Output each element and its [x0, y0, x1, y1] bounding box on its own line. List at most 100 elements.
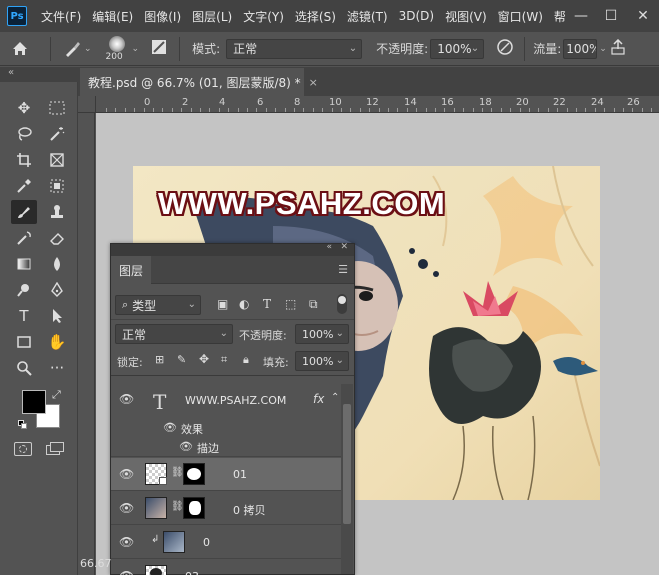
rectangle-tool-icon[interactable] — [11, 330, 37, 354]
lock-artboard-icon[interactable]: ⌗ — [221, 353, 227, 367]
eye-icon[interactable]: 👁︎ — [119, 501, 134, 515]
frame-tool-icon[interactable] — [44, 148, 70, 172]
layer-thumbnail[interactable] — [145, 463, 167, 485]
flow-field[interactable]: 100% — [563, 38, 598, 59]
default-colors-icon[interactable] — [18, 420, 28, 430]
panel-menu-icon[interactable]: ☰ — [338, 263, 348, 276]
history-brush-tool-icon[interactable] — [11, 226, 37, 250]
menu-3d[interactable]: 3D(D) — [399, 9, 434, 23]
pressure-opacity-icon[interactable] — [496, 38, 514, 59]
eye-icon[interactable]: 👁︎ — [119, 569, 134, 575]
stamp-tool-icon[interactable] — [44, 200, 70, 224]
menu-image[interactable]: 图像(I) — [144, 8, 181, 25]
airbrush-icon[interactable] — [611, 38, 625, 58]
more-tools-icon[interactable]: ··· — [44, 356, 70, 380]
menu-file[interactable]: 文件(F) — [41, 8, 81, 25]
layer-row-0[interactable]: 👁︎ ↲ 0 — [111, 526, 341, 559]
filter-toggle-icon[interactable] — [337, 294, 347, 314]
pen-tool-icon[interactable] — [44, 278, 70, 302]
zoom-tool-icon[interactable] — [11, 356, 37, 380]
collapse-toolbar-icon[interactable]: « — [8, 67, 14, 78]
filter-shape-icon[interactable]: ⬚ — [285, 297, 296, 311]
layer-opacity-field[interactable]: 100% ⌄ — [295, 324, 349, 344]
collapse-panel-icon[interactable]: « — [326, 242, 332, 252]
tab-document[interactable]: 教程.psd @ 66.7% (01, 图层蒙版/8) * × — [80, 68, 318, 96]
minimize-button[interactable]: — — [566, 0, 596, 32]
marquee-tool-icon[interactable] — [44, 96, 70, 120]
fill-field[interactable]: 100% ⌄ — [295, 351, 349, 371]
crop-tool-icon[interactable] — [11, 148, 37, 172]
object-selection-tool-icon[interactable] — [44, 174, 70, 198]
close-tab-icon[interactable]: × — [309, 76, 318, 89]
brush-tool-preset-icon[interactable]: ⌄ — [63, 40, 92, 58]
brush-tool-icon[interactable] — [11, 200, 37, 224]
eye-icon[interactable]: 👁︎ — [119, 535, 134, 549]
mode-select[interactable]: 正常 ⌄ — [226, 38, 363, 59]
maximize-button[interactable]: ☐ — [596, 0, 626, 32]
scrollbar-thumb[interactable] — [343, 404, 351, 524]
lock-position-icon[interactable]: ✥ — [199, 352, 209, 366]
lock-image-icon[interactable]: ✎ — [177, 353, 186, 366]
layer-effect-stroke-row[interactable]: 👁︎ 描边 — [111, 438, 341, 457]
chevron-down-icon[interactable]: ⌄ — [132, 44, 140, 54]
eye-icon[interactable]: 👁︎ — [119, 467, 134, 481]
eraser-tool-icon[interactable] — [44, 226, 70, 250]
filter-type-select[interactable]: ⌕ 类型 ⌄ — [115, 295, 201, 315]
menu-window[interactable]: 窗口(W) — [498, 8, 543, 25]
zoom-level-status[interactable]: 66.67 — [80, 557, 112, 570]
eye-icon[interactable]: 👁︎ — [179, 440, 193, 453]
blur-tool-icon[interactable] — [44, 252, 70, 276]
menu-filter[interactable]: 滤镜(T) — [347, 8, 388, 25]
lock-all-icon[interactable]: 🔒︎ — [243, 353, 249, 367]
brush-size-picker[interactable]: 200 — [104, 34, 130, 64]
path-selection-tool-icon[interactable] — [44, 304, 70, 328]
close-panel-icon[interactable]: ✕ — [340, 242, 348, 252]
filter-smart-object-icon[interactable]: ⧉ — [309, 297, 318, 312]
menu-help[interactable]: 帮 — [554, 8, 566, 25]
home-icon[interactable] — [0, 41, 40, 57]
magic-wand-tool-icon[interactable] — [44, 122, 70, 146]
eye-icon[interactable]: 👁︎ — [119, 392, 134, 406]
layers-scrollbar[interactable] — [341, 384, 353, 574]
layer-row-01[interactable]: 👁︎ ⛓︎ 01 — [111, 458, 341, 491]
hand-tool-icon[interactable]: ✋ — [44, 330, 70, 354]
filter-adjustment-icon[interactable]: ◐ — [239, 297, 249, 311]
menu-layer[interactable]: 图层(L) — [192, 8, 232, 25]
eyedropper-tool-icon[interactable] — [11, 174, 37, 198]
layer-thumbnail[interactable] — [163, 531, 185, 553]
lock-transparent-icon[interactable]: ⊞ — [155, 353, 164, 366]
filter-pixel-icon[interactable]: ▣ — [217, 297, 228, 311]
menu-edit[interactable]: 编辑(E) — [92, 8, 133, 25]
close-window-button[interactable]: ✕ — [628, 0, 658, 32]
brush-settings-icon[interactable] — [151, 39, 167, 58]
chevron-down-icon[interactable]: ⌄ — [599, 44, 607, 54]
menu-select[interactable]: 选择(S) — [295, 8, 336, 25]
menu-view[interactable]: 视图(V) — [445, 8, 487, 25]
fx-icon[interactable]: fx — [313, 392, 324, 406]
layer-mask-thumbnail[interactable] — [183, 463, 205, 485]
blend-mode-select[interactable]: 正常 ⌄ — [115, 324, 233, 344]
layer-row-0-copy[interactable]: 👁︎ ⛓︎ 0 拷贝 — [111, 492, 341, 525]
foreground-color-swatch[interactable] — [22, 390, 46, 414]
screen-mode-icon[interactable] — [46, 442, 64, 456]
lasso-tool-icon[interactable] — [11, 122, 37, 146]
chevron-up-icon[interactable]: ⌃ — [331, 392, 339, 403]
layer-row-03[interactable]: 👁︎ 03 — [111, 560, 341, 575]
tab-layers[interactable]: 图层 — [111, 256, 151, 284]
layer-thumbnail[interactable] — [145, 497, 167, 519]
dodge-tool-icon[interactable] — [11, 278, 37, 302]
layer-thumbnail[interactable] — [145, 565, 167, 575]
filter-type-layer-icon[interactable]: T — [263, 297, 271, 311]
swap-colors-icon[interactable]: ⤢ — [52, 388, 61, 402]
eye-icon[interactable]: 👁︎ — [163, 421, 177, 434]
layer-effects-row[interactable]: 👁︎ 效果 — [111, 419, 341, 437]
gradient-tool-icon[interactable] — [11, 252, 37, 276]
move-tool-icon[interactable]: ✥ — [11, 96, 37, 120]
opacity-field[interactable]: 100% ⌄ — [430, 38, 485, 59]
link-icon[interactable]: ⛓︎ — [171, 467, 184, 478]
type-tool-icon[interactable]: T — [11, 304, 37, 328]
layer-row-text[interactable]: 👁︎ T WWW.PSAHZ.COM fx ⌃ — [111, 382, 341, 422]
quick-mask-icon[interactable] — [14, 442, 32, 456]
menu-type[interactable]: 文字(Y) — [243, 8, 284, 25]
link-icon[interactable]: ⛓︎ — [171, 501, 184, 512]
